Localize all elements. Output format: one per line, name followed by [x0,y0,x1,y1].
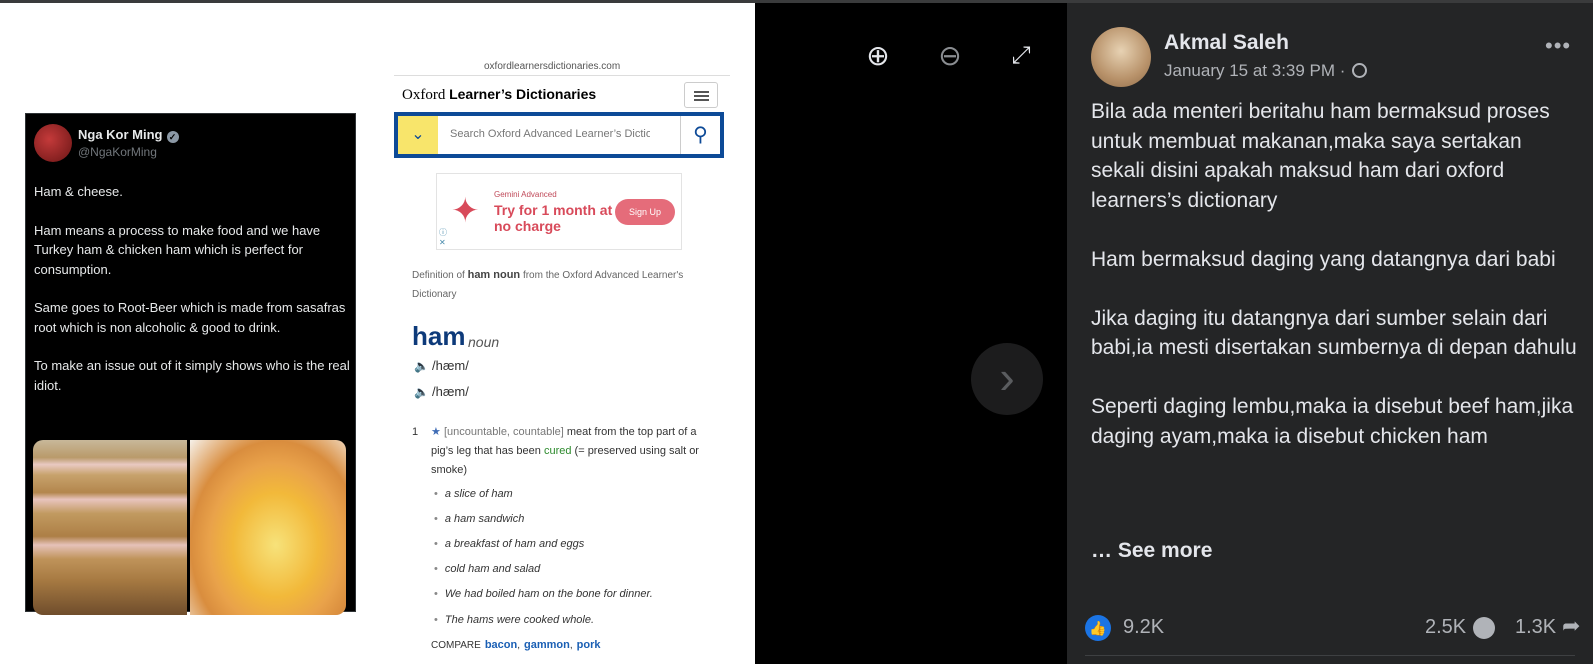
like-count[interactable]: 9.2K [1123,616,1164,639]
post-paragraph: Ham bermaksud daging yang datangnya dari… [1091,247,1556,271]
speaker-icon: 🔈 [414,359,429,373]
advertisement: ✦ Gemini Advanced Try for 1 month at no … [436,173,682,250]
grammar-label: [uncountable, countable] [443,426,564,438]
page-url: oxfordlearnersdictionaries.com [484,61,621,72]
pronunciation-us: 🔈/hæm/ [414,384,469,399]
zoom-out-icon[interactable]: ⊖ [930,36,970,76]
share-count[interactable]: 1.3K [1515,616,1556,639]
verified-icon: ✓ [166,131,179,143]
post-panel: Akmal Saleh January 15 at 3:39 PM · ••• … [1067,3,1593,664]
part-of-speech: noun [468,334,500,350]
post-paragraph: Bila ada menteri beritahu ham bermaksud … [1091,100,1550,212]
post-text: Bila ada menteri beritahu ham bermaksud … [1091,97,1577,451]
tweet-paragraph: To make an issue out of it simply shows … [34,358,350,393]
headword: ham [412,321,466,351]
example: cold ham and salad [434,563,540,575]
post-photo: Nga Kor Ming ✓ @NgaKorMing Ham & cheese. … [0,3,755,664]
hamburger-menu-icon [684,82,718,108]
ad-choices-icon: ⓘ ✕ [439,228,447,247]
oxford-logo: Oxford Learner’s Dictionaries [402,86,597,103]
compare-link: bacon [484,639,518,651]
author-avatar[interactable] [1091,27,1151,87]
sparkle-icon: ✦ [451,192,480,230]
post-timestamp[interactable]: January 15 at 3:39 PM · [1164,61,1368,81]
share-icon: ➦ [1562,613,1581,638]
more-options-icon[interactable]: ••• [1545,33,1571,59]
definition-source: Definition of ham noun from the Oxford A… [412,269,684,300]
sandwich-stack-image [33,440,187,615]
example: a ham sandwich [434,513,525,525]
photo-viewer: Nga Kor Ming ✓ @NgaKorMing Ham & cheese. … [0,3,1067,664]
tweet-paragraph: Ham means a process to make food and we … [34,222,321,277]
like-icon[interactable]: 👍 [1085,615,1111,641]
tweet-body: Ham & cheese. Ham means a process to mak… [34,182,350,414]
dictionary-search-bar: ⌄ Search Oxford Advanced Learner’s Dicti… [394,112,724,158]
tweet-author: Nga Kor Ming ✓ [78,127,179,143]
grilled-cheese-image [190,440,346,615]
ad-headline: Try for 1 month at no charge [494,202,613,234]
globe-icon [1352,63,1368,78]
zoom-in-icon[interactable]: ⊕ [858,36,898,76]
sense-1: 1 ★ [uncountable, countable] meat from t… [412,423,717,480]
comment-icon [1473,617,1495,639]
example: We had boiled ham on the bone for dinner… [434,588,653,600]
tweet-screenshot: Nga Kor Ming ✓ @NgaKorMing Ham & cheese. … [25,113,356,615]
comment-count[interactable]: 2.5K [1425,616,1466,639]
speaker-icon: 🔈 [414,385,429,399]
oxford-dictionary-screenshot: oxfordlearnersdictionaries.com Oxford Le… [394,61,730,664]
example: The hams were cooked whole. [434,614,594,626]
post-paragraph: Seperti daging lembu,maka ia disebut bee… [1091,395,1574,448]
see-more-link[interactable]: … See more [1091,539,1212,563]
divider [1085,655,1575,656]
tweet-handle: @NgaKorMing [78,145,157,159]
ad-sponsor: Gemini Advanced [494,190,557,199]
star-icon: ★ [431,426,441,438]
sense-number: 1 [412,426,419,438]
post-paragraph: Jika daging itu datangnya dari sumber se… [1091,306,1577,360]
example: a slice of ham [434,488,513,500]
compare-link: gammon [524,639,570,651]
next-photo-button[interactable]: › [971,343,1043,415]
search-icon: ⚲ [680,116,720,154]
pronunciation-uk: 🔈/hæm/ [414,358,469,373]
ad-signup-button: Sign Up [615,199,675,225]
tweet-paragraph: Ham & cheese. [34,184,123,199]
author-name[interactable]: Akmal Saleh [1164,31,1289,55]
cured-link: cured [543,445,572,457]
divider [394,75,730,76]
chevron-down-icon: ⌄ [398,116,438,154]
compare-links: COMPARE bacon, gammon, pork [431,639,601,651]
search-placeholder: Search Oxford Advanced Learner’s Diction… [450,128,650,140]
fullscreen-icon[interactable]: ⤢ [1001,36,1041,76]
tweet-paragraph: Same goes to Root-Beer which is made fro… [34,300,346,335]
compare-link: pork [576,639,601,651]
tweet-avatar [34,124,72,162]
example: a breakfast of ham and eggs [434,538,584,550]
